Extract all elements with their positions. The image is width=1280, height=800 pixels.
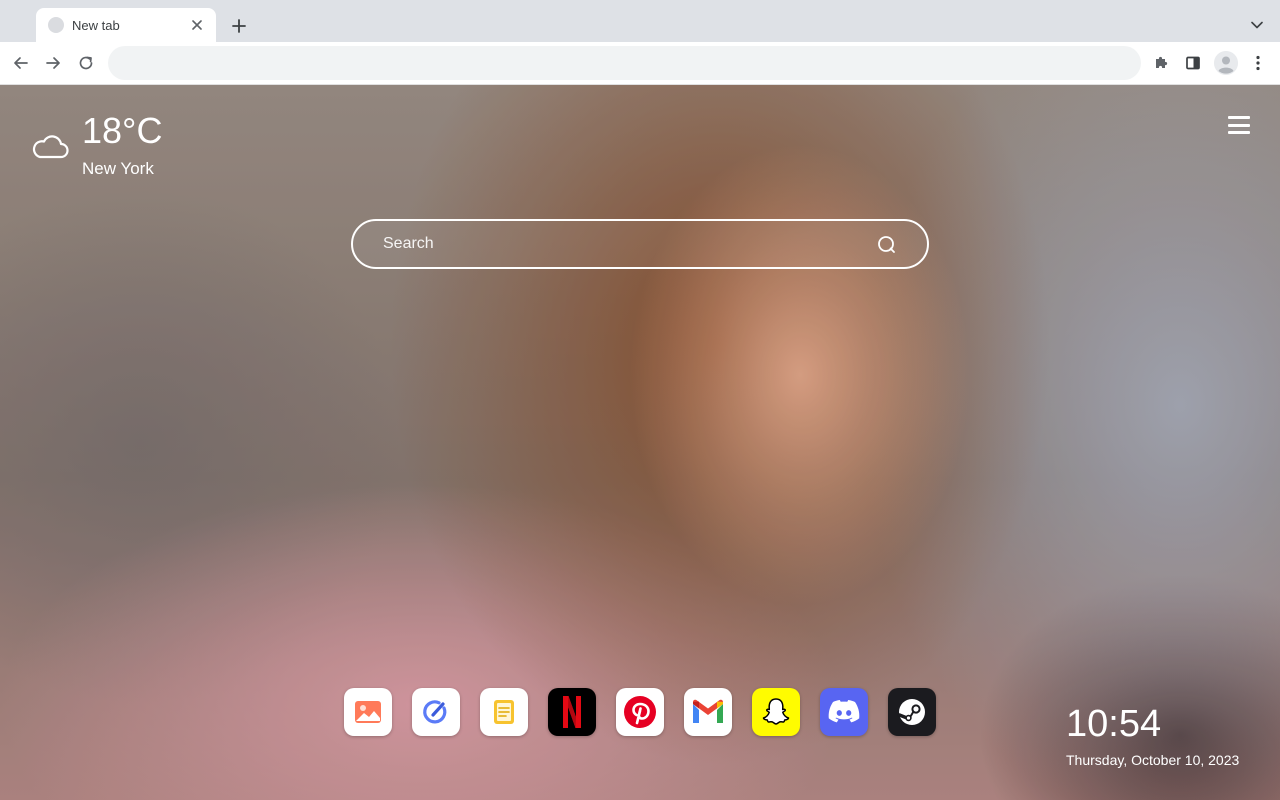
shortcut-discord[interactable]: [820, 688, 868, 736]
shortcut-gmail[interactable]: [684, 688, 732, 736]
reload-button[interactable]: [73, 50, 99, 76]
close-icon: [192, 20, 202, 30]
gmail-icon: [693, 699, 723, 723]
chevron-down-icon: [1251, 21, 1263, 29]
profile-avatar[interactable]: [1214, 51, 1238, 75]
shortcut-notes[interactable]: [480, 688, 528, 736]
kebab-menu-icon: [1256, 55, 1260, 71]
weather-temperature: 18°C: [82, 110, 163, 151]
hamburger-icon: [1228, 131, 1250, 134]
clock-widget: 10:54 Thursday, October 10, 2023: [1066, 703, 1239, 768]
tab-strip: New tab: [0, 0, 1280, 42]
extensions-button[interactable]: [1148, 50, 1174, 76]
weather-city: New York: [82, 159, 154, 178]
new-tab-page: 18°C New York Search 10:54 Thursday, Oct…: [0, 85, 1280, 800]
shortcut-steam[interactable]: [888, 688, 936, 736]
clock-time: 10:54: [1066, 703, 1162, 745]
search-box: [351, 219, 929, 269]
tab-favicon-icon: [48, 17, 64, 33]
tab-close-button[interactable]: [188, 16, 206, 34]
plus-icon: [232, 19, 246, 33]
puzzle-icon: [1156, 56, 1168, 68]
address-bar[interactable]: [108, 46, 1141, 80]
shortcut-netflix[interactable]: [548, 688, 596, 736]
search-icon[interactable]: [877, 235, 897, 255]
arrow-left-icon: [14, 57, 28, 69]
snapchat-icon: [762, 698, 790, 725]
note-icon: [494, 700, 514, 724]
new-tab-button[interactable]: [226, 13, 252, 39]
tab-new-tab[interactable]: New tab: [36, 8, 216, 42]
shortcut-dock: [344, 688, 936, 736]
pen-circle-icon: [423, 700, 447, 724]
netflix-icon: [563, 696, 581, 728]
shortcut-photos[interactable]: [344, 688, 392, 736]
side-panel-icon: [1186, 56, 1200, 70]
shortcut-quick-edit[interactable]: [412, 688, 460, 736]
clock-date: Thursday, October 10, 2023: [1066, 752, 1240, 768]
back-button[interactable]: [8, 50, 34, 76]
pinterest-icon: [624, 696, 656, 728]
hamburger-icon: [1228, 123, 1250, 127]
shortcut-pinterest[interactable]: [616, 688, 664, 736]
cloud-icon: [32, 135, 69, 159]
search-input[interactable]: [383, 221, 863, 267]
side-panel-button[interactable]: [1180, 50, 1206, 76]
weather-widget[interactable]: 18°C New York: [30, 111, 162, 179]
forward-button[interactable]: [40, 50, 66, 76]
page-menu-button[interactable]: [1226, 115, 1252, 135]
tab-title: New tab: [72, 17, 120, 33]
reload-icon: [79, 56, 93, 70]
tab-search-button[interactable]: [1246, 14, 1268, 36]
browser-toolbar: [0, 42, 1280, 85]
image-icon: [355, 701, 381, 723]
person-icon: [1214, 51, 1238, 75]
hamburger-icon: [1228, 116, 1250, 119]
steam-icon: [897, 699, 925, 725]
discord-icon: [828, 700, 860, 723]
arrow-right-icon: [46, 57, 60, 69]
shortcut-snapchat[interactable]: [752, 688, 800, 736]
browser-menu-button[interactable]: [1245, 50, 1271, 76]
